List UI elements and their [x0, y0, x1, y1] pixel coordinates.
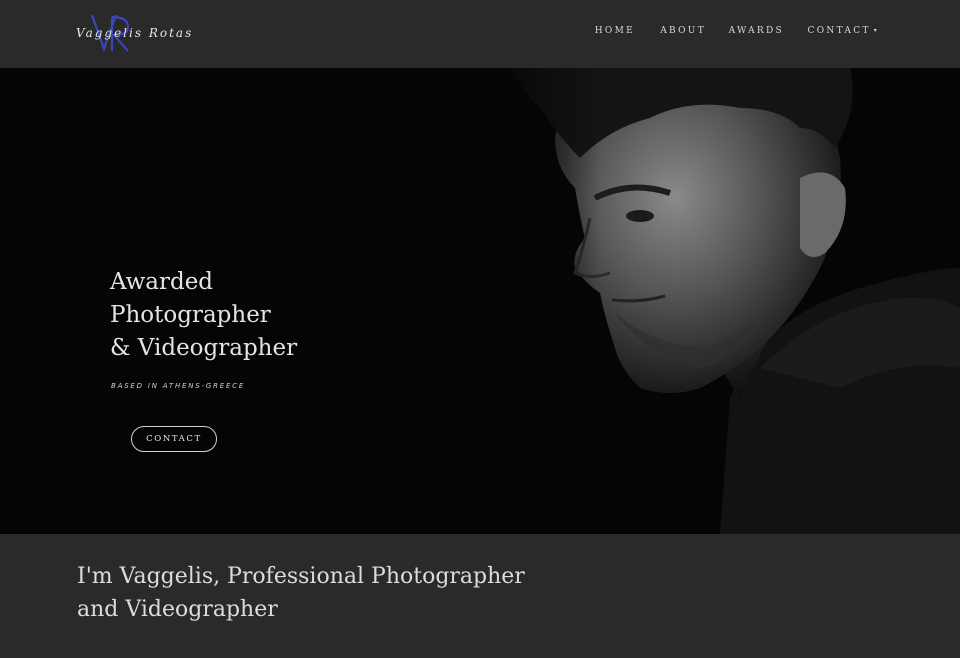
hero-title: Awarded Photographer & Videographer — [110, 266, 370, 365]
nav-contact[interactable]: CONTACT ▾ — [808, 26, 879, 36]
hero-title-line: Awarded — [110, 269, 214, 295]
hero-section: Awarded Photographer & Videographer BASE… — [0, 68, 960, 534]
nav-awards[interactable]: AWARDS — [729, 26, 784, 36]
logo-wordmark: Vaggelis Rotas — [76, 26, 194, 40]
intro-heading: I'm Vaggelis, Professional Photographer … — [77, 564, 525, 622]
nav-contact-label: CONTACT — [807, 26, 871, 36]
hero-title-line: Photographer — [110, 302, 271, 328]
nav-home[interactable]: HOME — [595, 26, 635, 36]
nav-about[interactable]: ABOUT — [660, 26, 706, 36]
hero-subtitle: BASED IN ATHENS-GREECE — [111, 382, 246, 390]
intro-section: I'm Vaggelis, Professional Photographer … — [0, 534, 960, 658]
site-header: Vaggelis Rotas HOME ABOUT AWARDS CONTACT… — [0, 0, 960, 68]
chevron-down-icon: ▾ — [873, 27, 879, 34]
hero-title-line: & Videographer — [110, 335, 298, 361]
contact-button[interactable]: CONTACT — [131, 426, 217, 452]
site-logo[interactable]: Vaggelis Rotas — [76, 13, 221, 53]
